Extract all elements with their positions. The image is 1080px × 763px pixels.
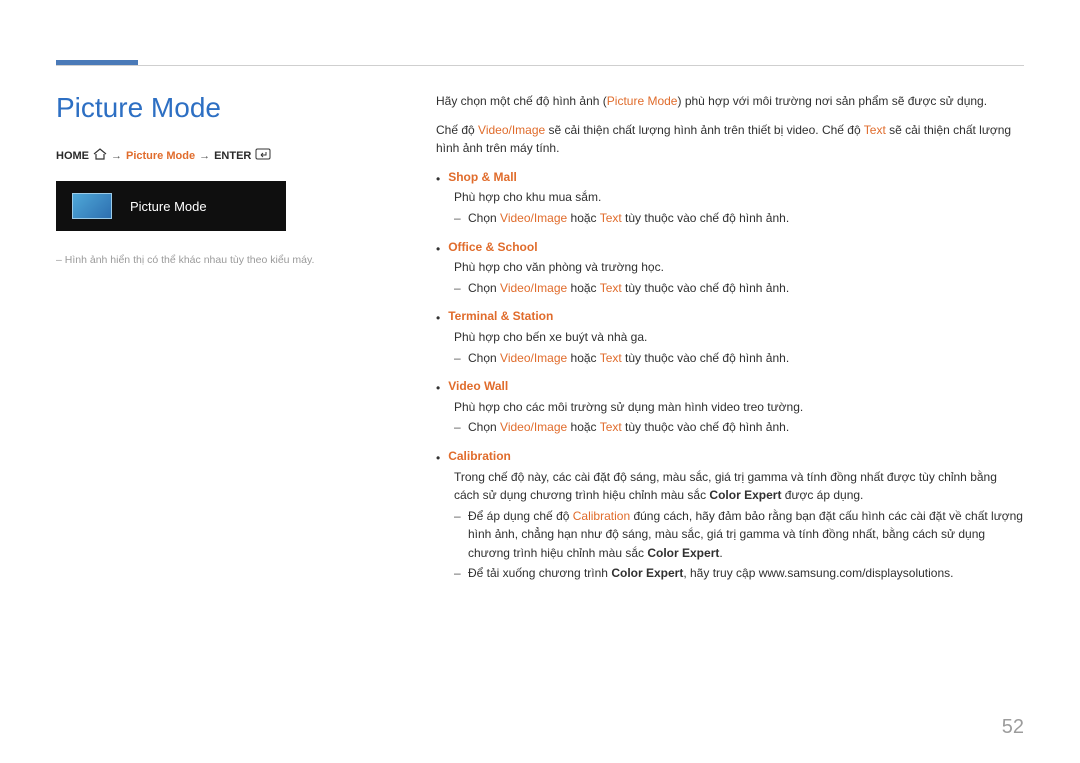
text: ) phù hợp với môi trường nơi sản phẩm sẽ… <box>677 94 987 108</box>
mode-head: • Office & School <box>436 238 1024 257</box>
mode-desc: Trong chế độ này, các cài đặt độ sáng, m… <box>454 468 1024 505</box>
text-accent: Video/Image <box>478 123 545 137</box>
mode-item-shop-mall: • Shop & Mall Phù hợp cho khu mua sắm. C… <box>436 168 1024 228</box>
mode-item-video-wall: • Video Wall Phù hợp cho các môi trường … <box>436 377 1024 437</box>
left-column: Picture Mode HOME → Picture Mode → ENTER… <box>56 92 396 723</box>
breadcrumb-home: HOME <box>56 150 89 162</box>
home-icon <box>93 148 107 163</box>
sub-item: Chọn Video/Image hoặc Text tùy thuộc vào… <box>454 349 1024 368</box>
text: hoặc <box>567 351 599 365</box>
text: tùy thuộc vào chế độ hình ảnh. <box>622 351 789 365</box>
breadcrumb: HOME → Picture Mode → ENTER <box>56 148 396 163</box>
text: sẽ cải thiện chất lượng hình ảnh trên th… <box>545 123 864 137</box>
mode-list: • Shop & Mall Phù hợp cho khu mua sắm. C… <box>436 168 1024 583</box>
bullet-icon: • <box>436 312 440 324</box>
arrow-icon: → <box>111 150 122 162</box>
mode-name: Office & School <box>448 238 537 257</box>
text-accent: Text <box>600 281 622 295</box>
text-bold: Color Expert <box>647 546 719 560</box>
text: Chọn <box>468 281 500 295</box>
sub-list: Chọn Video/Image hoặc Text tùy thuộc vào… <box>454 209 1024 228</box>
text: Chọn <box>468 211 500 225</box>
text: tùy thuộc vào chế độ hình ảnh. <box>622 420 789 434</box>
sub-list: Để áp dụng chế độ Calibration đúng cách,… <box>454 507 1024 583</box>
text-bold: Color Expert <box>611 566 683 580</box>
mode-desc: Phù hợp cho bến xe buýt và nhà ga. <box>454 328 1024 347</box>
sub-list: Chọn Video/Image hoặc Text tùy thuộc vào… <box>454 279 1024 298</box>
text: Chọn <box>468 420 500 434</box>
text: , hãy truy cập www.samsung.com/displayso… <box>683 566 953 580</box>
preview-box: Picture Mode <box>56 181 286 231</box>
breadcrumb-enter: ENTER <box>214 150 251 162</box>
mode-head: • Calibration <box>436 447 1024 466</box>
text-accent: Text <box>864 123 886 137</box>
mode-desc: Phù hợp cho khu mua sắm. <box>454 188 1024 207</box>
text: được áp dụng. <box>781 488 863 502</box>
text-accent: Calibration <box>573 509 630 523</box>
mode-name: Video Wall <box>448 377 508 396</box>
text: tùy thuộc vào chế độ hình ảnh. <box>622 281 789 295</box>
mode-desc: Phù hợp cho văn phòng và trường học. <box>454 258 1024 277</box>
sub-item: Để tải xuống chương trình Color Expert, … <box>454 564 1024 583</box>
sub-item: Chọn Video/Image hoặc Text tùy thuộc vào… <box>454 209 1024 228</box>
mode-item-calibration: • Calibration Trong chế độ này, các cài … <box>436 447 1024 583</box>
text-accent: Video/Image <box>500 420 567 434</box>
mode-item-office-school: • Office & School Phù hợp cho văn phòng … <box>436 238 1024 298</box>
text: hoặc <box>567 281 599 295</box>
mode-head: • Video Wall <box>436 377 1024 396</box>
mode-head: • Terminal & Station <box>436 307 1024 326</box>
text-accent: Video/Image <box>500 351 567 365</box>
mode-head: • Shop & Mall <box>436 168 1024 187</box>
para-video-text: Chế độ Video/Image sẽ cải thiện chất lượ… <box>436 121 1024 158</box>
bullet-icon: • <box>436 243 440 255</box>
arrow-icon: → <box>199 150 210 162</box>
page-number: 52 <box>1002 716 1024 739</box>
top-rule <box>56 65 1024 66</box>
mode-name: Calibration <box>448 447 511 466</box>
text: Chế độ <box>436 123 478 137</box>
text: Hãy chọn một chế độ hình ảnh ( <box>436 94 607 108</box>
bullet-icon: • <box>436 452 440 464</box>
sub-list: Chọn Video/Image hoặc Text tùy thuộc vào… <box>454 349 1024 368</box>
text: Để áp dụng chế độ <box>468 509 573 523</box>
mode-desc: Phù hợp cho các môi trường sử dụng màn h… <box>454 398 1024 417</box>
bullet-icon: • <box>436 173 440 185</box>
footnote-text: Hình ảnh hiển thị có thể khác nhau tùy t… <box>56 253 396 269</box>
text: Chọn <box>468 351 500 365</box>
bullet-icon: • <box>436 382 440 394</box>
sub-item: Chọn Video/Image hoặc Text tùy thuộc vào… <box>454 279 1024 298</box>
sub-item: Chọn Video/Image hoặc Text tùy thuộc vào… <box>454 418 1024 437</box>
sub-item: Để áp dụng chế độ Calibration đúng cách,… <box>454 507 1024 563</box>
text-accent: Video/Image <box>500 211 567 225</box>
text-bold: Color Expert <box>709 488 781 502</box>
display-icon <box>72 193 112 219</box>
right-column: Hãy chọn một chế độ hình ảnh (Picture Mo… <box>436 92 1024 723</box>
page-title: Picture Mode <box>56 92 396 124</box>
text: hoặc <box>567 420 599 434</box>
enter-icon <box>255 148 271 163</box>
text: Để tải xuống chương trình <box>468 566 611 580</box>
text-accent: Text <box>600 420 622 434</box>
text-accent: Video/Image <box>500 281 567 295</box>
mode-name: Shop & Mall <box>448 168 517 187</box>
intro-paragraph: Hãy chọn một chế độ hình ảnh (Picture Mo… <box>436 92 1024 111</box>
text: . <box>719 546 722 560</box>
text-accent: Text <box>600 211 622 225</box>
text: hoặc <box>567 211 599 225</box>
text-accent: Picture Mode <box>607 94 678 108</box>
text-accent: Text <box>600 351 622 365</box>
breadcrumb-picture-mode: Picture Mode <box>126 150 195 162</box>
preview-label: Picture Mode <box>130 199 207 214</box>
content-area: Picture Mode HOME → Picture Mode → ENTER… <box>56 92 1024 723</box>
sub-list: Chọn Video/Image hoặc Text tùy thuộc vào… <box>454 418 1024 437</box>
text: tùy thuộc vào chế độ hình ảnh. <box>622 211 789 225</box>
mode-name: Terminal & Station <box>448 307 553 326</box>
mode-item-terminal-station: • Terminal & Station Phù hợp cho bến xe … <box>436 307 1024 367</box>
